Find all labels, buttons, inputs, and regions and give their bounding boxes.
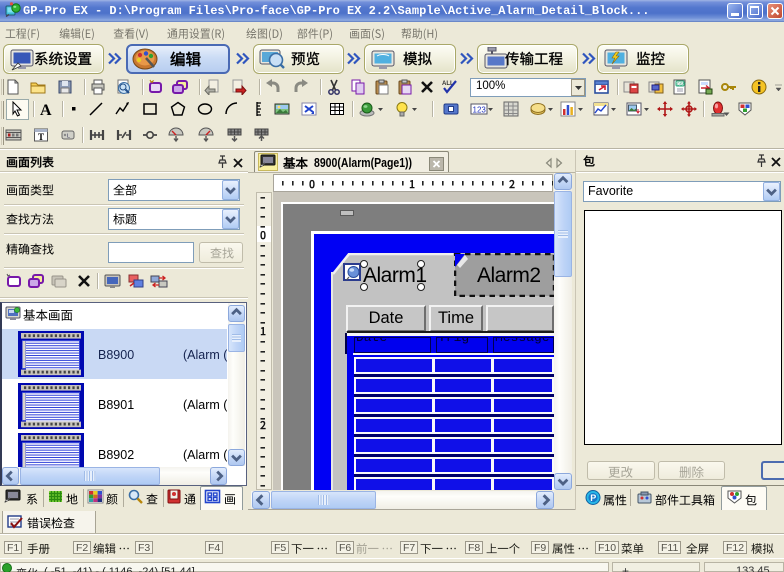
svg-text:A: A (40, 102, 52, 117)
svg-text:CSV: CSV (677, 82, 686, 87)
svg-text:P: P (590, 493, 596, 503)
svg-text:T: T (38, 132, 44, 142)
svg-text:123: 123 (473, 106, 487, 115)
svg-text:L: L (67, 134, 70, 140)
